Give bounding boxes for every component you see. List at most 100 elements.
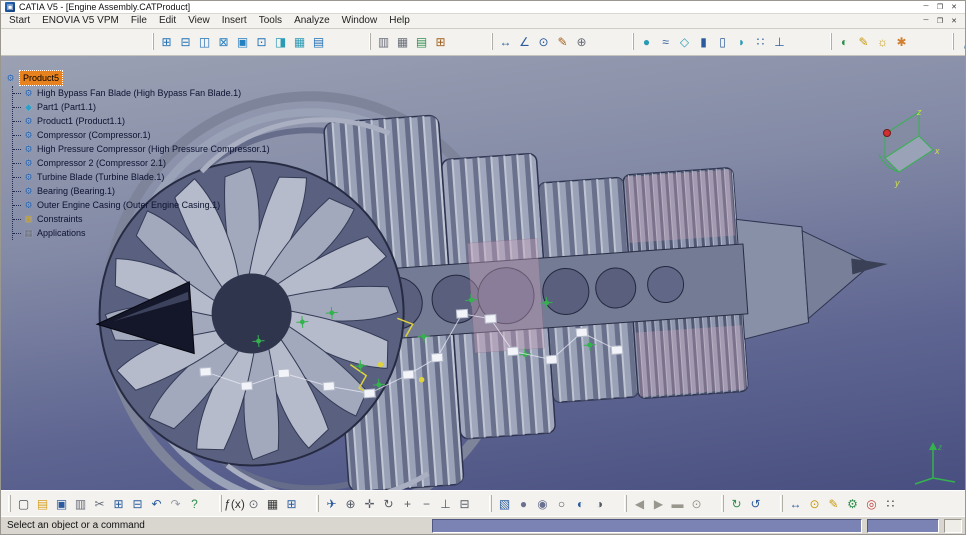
restore-button[interactable]: ❐	[933, 1, 947, 12]
update-icon[interactable]: ↻	[727, 494, 746, 513]
normal-view-icon[interactable]: ⊥	[436, 494, 455, 513]
cut-icon[interactable]: ✂	[90, 494, 109, 513]
document-window-icon[interactable]: ▣	[233, 32, 252, 51]
menu-item-window[interactable]: Window	[336, 15, 384, 26]
toolbar-grip[interactable]	[632, 33, 634, 51]
measure-inertia-icon[interactable]: ⊙	[534, 32, 553, 51]
rule-editor-icon[interactable]: ⊞	[282, 494, 301, 513]
tree-item[interactable]: ▦ Applications	[13, 226, 270, 240]
apply-material-icon[interactable]: ◐	[835, 32, 854, 51]
wireframe-icon[interactable]: ○	[552, 494, 571, 513]
tree-item[interactable]: ⚙ High Bypass Fan Blade (High Bypass Fan …	[13, 86, 270, 100]
toolbar-grip[interactable]	[8, 495, 11, 513]
fit-all-icon[interactable]: ⊕	[341, 494, 360, 513]
pad-tool-icon[interactable]: ▮	[694, 32, 713, 51]
hide-show-icon[interactable]: ◐	[571, 494, 590, 513]
mass-properties-icon[interactable]: ⊙	[805, 494, 824, 513]
measure-angle-icon[interactable]: ∠	[515, 32, 534, 51]
tree-item[interactable]: ⚙ Bearing (Bearing.1)	[13, 184, 270, 198]
mdi-restore-button[interactable]: ❐	[933, 15, 947, 27]
mdi-minimize-button[interactable]: ─	[919, 15, 933, 27]
compass-rotation-handle[interactable]	[883, 128, 891, 137]
print-icon[interactable]: ▥	[71, 494, 90, 513]
menu-item-file[interactable]: File	[125, 15, 153, 26]
measure-between-icon[interactable]: ↔	[496, 32, 515, 51]
full-screen-icon[interactable]: ▦	[290, 32, 309, 51]
previous-view-icon[interactable]: ◀	[630, 494, 649, 513]
menu-item-tools[interactable]: Tools	[253, 15, 288, 26]
minimize-button[interactable]: ─	[919, 1, 933, 12]
plane-tool-icon[interactable]: ◇	[675, 32, 694, 51]
secondary-input-field[interactable]	[867, 518, 939, 533]
design-table-icon[interactable]: ▦	[263, 494, 282, 513]
fly-mode-icon[interactable]: ✈	[322, 494, 341, 513]
menu-item-start[interactable]: Start	[3, 15, 36, 26]
tree-item[interactable]: ⚙ High Pressure Compressor (High Pressure…	[13, 142, 270, 156]
next-view-icon[interactable]: ▶	[649, 494, 668, 513]
pattern-tool-icon[interactable]: ∷	[751, 32, 770, 51]
toolbar-grip[interactable]	[316, 495, 319, 513]
toolbar-grip[interactable]	[152, 33, 154, 51]
help-icon[interactable]: ?	[185, 494, 204, 513]
tree-root-row[interactable]: ⚙ Product5	[5, 69, 270, 86]
new-window-icon[interactable]: ⊞	[157, 32, 176, 51]
close-button[interactable]: ✕	[947, 1, 961, 12]
rotate-icon[interactable]: ↻	[379, 494, 398, 513]
grid-icon[interactable]: ∷	[881, 494, 900, 513]
tree-item[interactable]: ⚙ Turbine Blade (Turbine Blade.1)	[13, 170, 270, 184]
shaded-edges-icon[interactable]: ◉	[533, 494, 552, 513]
tree-item[interactable]: ⚙ Compressor (Compressor.1)	[13, 128, 270, 142]
new-document-icon[interactable]: ▢	[14, 494, 33, 513]
toolbar-grip[interactable]	[219, 495, 222, 513]
menu-item-enovia-v5-vpm[interactable]: ENOVIA V5 VPM	[36, 15, 125, 26]
graph-view-icon[interactable]: ⊡	[252, 32, 271, 51]
toolbar-grip[interactable]	[624, 495, 627, 513]
menu-item-view[interactable]: View	[182, 15, 216, 26]
formula-fx-icon[interactable]: ƒ(x)	[224, 494, 245, 513]
magnifier-icon[interactable]: ⊙	[687, 494, 706, 513]
redo-icon[interactable]: ↷	[166, 494, 185, 513]
tree-item[interactable]: ⚙ Compressor 2 (Compressor 2.1)	[13, 156, 270, 170]
tree-item[interactable]: ⊞ Constraints	[13, 212, 270, 226]
menu-item-analyze[interactable]: Analyze	[288, 15, 336, 26]
tree-root-label[interactable]: Product5	[19, 69, 64, 86]
toolbar-grip[interactable]	[721, 495, 724, 513]
menu-item-insert[interactable]: Insert	[216, 15, 253, 26]
3d-viewport[interactable]: ⚙ Product5 ⚙ High Bypass Fan Blade (High By…	[1, 55, 965, 491]
view-compass[interactable]: z x y	[867, 106, 947, 198]
paint-brush-icon[interactable]: ✎	[824, 494, 843, 513]
copy-icon[interactable]: ⊞	[109, 494, 128, 513]
specification-tree-icon[interactable]: ▤	[309, 32, 328, 51]
mdi-close-button[interactable]: ✕	[947, 15, 961, 27]
tree-item[interactable]: ⚙ Product1 (Product1.1)	[13, 114, 270, 128]
tile-horizontal-icon[interactable]: ⊟	[176, 32, 195, 51]
tile-vertical-icon[interactable]: ◫	[195, 32, 214, 51]
command-prompt-field[interactable]	[432, 518, 862, 533]
paint-icon[interactable]: ✎	[854, 32, 873, 51]
annotation-icon[interactable]: ✎	[553, 32, 572, 51]
save-icon[interactable]: ▣	[52, 494, 71, 513]
spreadsheet-icon[interactable]: ⊞	[431, 32, 450, 51]
toolbar-grip[interactable]	[830, 33, 832, 51]
pan-icon[interactable]: ✛	[360, 494, 379, 513]
curve-tool-icon[interactable]: ≈	[656, 32, 675, 51]
open-icon[interactable]: ▤	[33, 494, 52, 513]
multi-view-icon[interactable]: ⊟	[455, 494, 474, 513]
constraint-tool-icon[interactable]: ⊥	[770, 32, 789, 51]
split-view-icon[interactable]: ◨	[271, 32, 290, 51]
paste-icon[interactable]: ⊟	[128, 494, 147, 513]
zoom-out-icon[interactable]: −	[417, 494, 436, 513]
shaded-icon[interactable]: ●	[514, 494, 533, 513]
toolbar-grip[interactable]	[780, 495, 783, 513]
refresh-tree-icon[interactable]: ↺	[746, 494, 765, 513]
menu-item-edit[interactable]: Edit	[153, 15, 182, 26]
chart-icon[interactable]: ▤	[412, 32, 431, 51]
sphere-tool-icon[interactable]: ●	[637, 32, 656, 51]
iso-view-icon[interactable]: ▧	[495, 494, 514, 513]
pocket-tool-icon[interactable]: ▯	[713, 32, 732, 51]
fillet-tool-icon[interactable]: ◗	[732, 32, 751, 51]
toolbar-grip[interactable]	[489, 495, 492, 513]
measure-item-icon[interactable]: ↔	[786, 494, 805, 513]
ground-icon[interactable]: ▬	[668, 494, 687, 513]
menu-item-help[interactable]: Help	[383, 15, 416, 26]
